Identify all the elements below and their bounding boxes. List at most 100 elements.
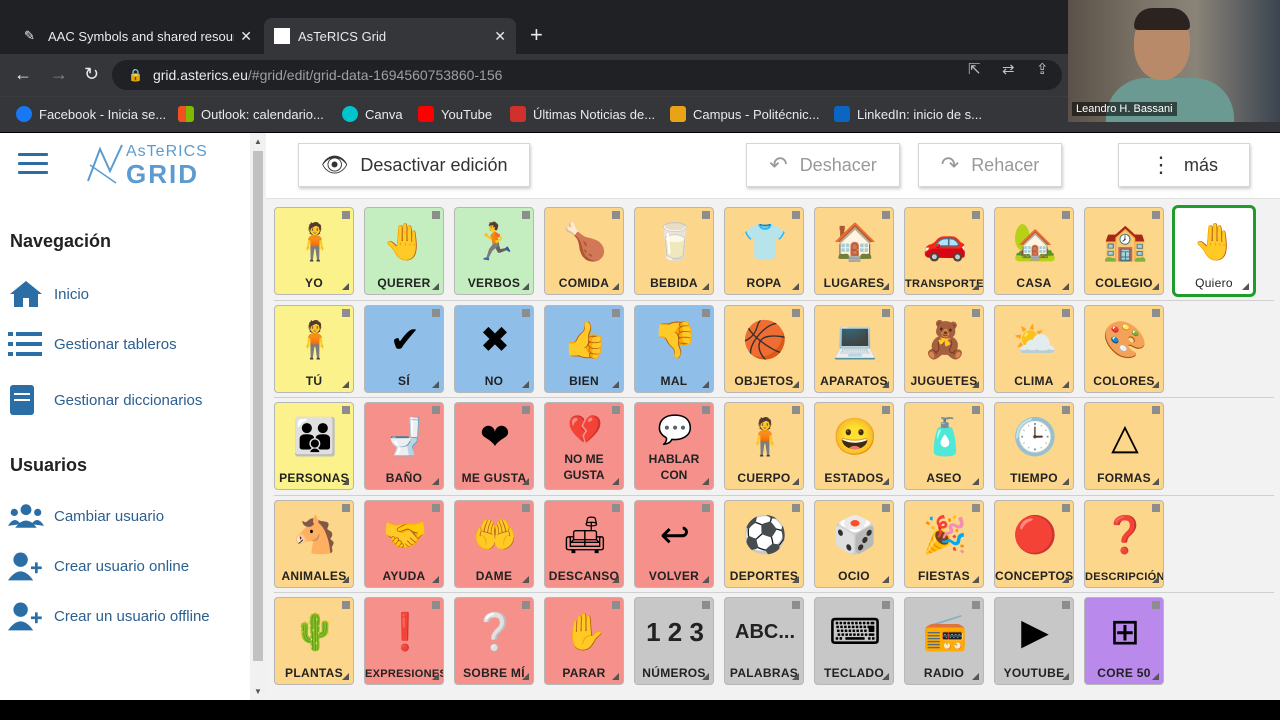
sidebar-scrollbar[interactable]: ▲ ▼ xyxy=(250,133,266,700)
grid-cell-expresiones[interactable]: ❗ EXPRESIONES xyxy=(364,597,444,685)
grid-cell-me-gusta[interactable]: ❤ ME GUSTA xyxy=(454,402,534,490)
grid-cell-sobre-mi[interactable]: ❔ SOBRE MÍ xyxy=(454,597,534,685)
more-button[interactable]: ⋮ más xyxy=(1118,143,1250,187)
translate-icon[interactable]: ⇄ xyxy=(1002,60,1015,78)
bookmark-campus[interactable]: Campus - Politécnic... xyxy=(670,106,819,122)
bookmark-canva[interactable]: Canva xyxy=(342,106,403,122)
grid-cell-lugares[interactable]: 🏠 LUGARES xyxy=(814,207,894,295)
redo-button[interactable]: ↷ Rehacer xyxy=(918,143,1062,187)
forward-icon[interactable]: → xyxy=(50,64,68,85)
cell-resize-handle-icon[interactable] xyxy=(522,283,529,290)
cell-resize-handle-icon[interactable] xyxy=(612,673,619,680)
cell-resize-handle-icon[interactable] xyxy=(972,380,979,388)
grid-cell-aparatos[interactable]: 💻 APARATOS xyxy=(814,304,894,393)
grid-cell-core-50[interactable]: ⊞ CORE 50 xyxy=(1084,597,1164,685)
cell-resize-handle-icon[interactable] xyxy=(612,380,619,388)
cell-resize-handle-icon[interactable] xyxy=(972,478,979,485)
grid-cell-radio[interactable]: 📻 RADIO xyxy=(904,597,984,685)
cell-resize-handle-icon[interactable] xyxy=(1152,283,1159,290)
grid-cell-estados[interactable]: 😀 ESTADOS xyxy=(814,402,894,490)
scroll-down-icon[interactable]: ▼ xyxy=(254,687,262,696)
grid-cell-cuerpo[interactable]: 🧍 CUERPO xyxy=(724,402,804,490)
grid-cell-quiero[interactable]: 🤚 Quiero xyxy=(1172,205,1256,297)
cell-resize-handle-icon[interactable] xyxy=(882,673,889,680)
cell-resize-handle-icon[interactable] xyxy=(882,575,889,583)
bookmark-youtube[interactable]: YouTube xyxy=(418,106,492,122)
grid-cell-juguetes[interactable]: 🧸 JUGUETES xyxy=(904,304,984,393)
grid-cell-conceptos[interactable]: 🔴 CONCEPTOS xyxy=(994,499,1074,588)
cell-resize-handle-icon[interactable] xyxy=(432,380,439,388)
grid-cell-ocio[interactable]: 🎲 OCIO xyxy=(814,499,894,588)
grid-cell-clima[interactable]: ⛅ CLIMA xyxy=(994,304,1074,393)
cell-resize-handle-icon[interactable] xyxy=(1062,380,1069,388)
open-in-app-icon[interactable]: ⇱ xyxy=(968,60,981,78)
back-icon[interactable]: ← xyxy=(14,64,32,85)
cell-resize-handle-icon[interactable] xyxy=(522,673,529,680)
grid-cell-palabras[interactable]: ABC... PALABRAS xyxy=(724,597,804,685)
cell-resize-handle-icon[interactable] xyxy=(882,380,889,388)
sidebar-item-crear-usuario-offline[interactable]: Crear un usuario offline xyxy=(8,601,210,631)
grid-cell-tiempo[interactable]: 🕒 TIEMPO xyxy=(994,402,1074,490)
hamburger-menu-icon[interactable] xyxy=(18,153,48,175)
grid-cell-volver[interactable]: ↩ VOLVER xyxy=(634,499,714,588)
cell-resize-handle-icon[interactable] xyxy=(342,478,349,485)
cell-resize-handle-icon[interactable] xyxy=(1062,283,1069,290)
scroll-up-icon[interactable]: ▲ xyxy=(254,137,262,146)
scrollbar-thumb[interactable] xyxy=(253,151,263,661)
cell-resize-handle-icon[interactable] xyxy=(702,283,709,290)
sidebar-item-gestionar-diccionarios[interactable]: Gestionar diccionarios xyxy=(8,385,202,415)
sidebar-item-gestionar-tableros[interactable]: Gestionar tableros xyxy=(8,329,177,359)
grid-cell-descanso[interactable]: 🛋 DESCANSO xyxy=(544,499,624,588)
sidebar-item-crear-usuario-online[interactable]: Crear usuario online xyxy=(8,551,189,581)
cell-resize-handle-icon[interactable] xyxy=(702,380,709,388)
cell-resize-handle-icon[interactable] xyxy=(522,478,529,485)
cell-resize-handle-icon[interactable] xyxy=(792,283,799,290)
grid-cell-objetos[interactable]: 🏀 OBJETOS xyxy=(724,304,804,393)
grid-cell-parar[interactable]: ✋ PARAR xyxy=(544,597,624,685)
cell-resize-handle-icon[interactable] xyxy=(702,673,709,680)
cell-resize-handle-icon[interactable] xyxy=(432,478,439,485)
close-tab-icon[interactable]: ✕ xyxy=(494,28,506,45)
bookmark-outlook[interactable]: Outlook: calendario... xyxy=(178,106,324,122)
bookmark-linkedin[interactable]: LinkedIn: inicio de s... xyxy=(834,106,982,122)
cell-resize-handle-icon[interactable] xyxy=(1062,478,1069,485)
grid-cell-descripcion[interactable]: ❓ DESCRIPCIÓN xyxy=(1084,499,1164,588)
cell-resize-handle-icon[interactable] xyxy=(702,575,709,583)
cell-resize-handle-icon[interactable] xyxy=(1062,575,1069,583)
grid-cell-personas[interactable]: 👪 PERSONAS xyxy=(274,402,354,490)
grid-cell-casa[interactable]: 🏡 CASA xyxy=(994,207,1074,295)
grid-cell-teclado[interactable]: ⌨ TECLADO xyxy=(814,597,894,685)
cell-resize-handle-icon[interactable] xyxy=(432,283,439,290)
cell-resize-handle-icon[interactable] xyxy=(342,380,349,388)
cell-resize-handle-icon[interactable] xyxy=(882,478,889,485)
grid-cell-hablar-con[interactable]: 💬 HABLAR CON xyxy=(634,402,714,490)
cell-resize-handle-icon[interactable] xyxy=(882,283,889,290)
cell-resize-handle-icon[interactable] xyxy=(432,673,439,680)
toggle-edit-button[interactable]: 👁 Desactivar edición xyxy=(298,143,530,187)
cell-resize-handle-icon[interactable] xyxy=(1152,673,1159,680)
bookmark-noticias[interactable]: Últimas Noticias de... xyxy=(510,106,655,122)
bookmark-facebook[interactable]: Facebook - Inicia se... xyxy=(16,106,166,122)
url-field[interactable]: 🔒 grid.asterics.eu /#grid/edit/grid-data… xyxy=(112,60,1062,90)
grid-cell-deportes[interactable]: ⚽ DEPORTES xyxy=(724,499,804,588)
grid-cell-numeros[interactable]: 1 2 3 NÚMEROS xyxy=(634,597,714,685)
cell-resize-handle-icon[interactable] xyxy=(792,380,799,388)
cell-resize-handle-icon[interactable] xyxy=(972,283,979,290)
grid-cell-mal[interactable]: 👎 MAL xyxy=(634,304,714,393)
grid-cell-verbos[interactable]: 🏃 VERBOS xyxy=(454,207,534,295)
cell-resize-handle-icon[interactable] xyxy=(702,478,709,485)
grid-cell-animales[interactable]: 🐴 ANIMALES xyxy=(274,499,354,588)
grid-cell-no-me-gusta[interactable]: 💔 NO ME GUSTA xyxy=(544,402,624,490)
grid-cell-colores[interactable]: 🎨 COLORES xyxy=(1084,304,1164,393)
grid-cell-aseo[interactable]: 🧴 ASEO xyxy=(904,402,984,490)
grid-cell-querer[interactable]: 🤚 QUERER xyxy=(364,207,444,295)
grid-cell-no[interactable]: ✖ NO xyxy=(454,304,534,393)
cell-resize-handle-icon[interactable] xyxy=(1062,673,1069,680)
undo-button[interactable]: ↶ Deshacer xyxy=(746,143,900,187)
share-icon[interactable]: ⇪ xyxy=(1036,60,1049,78)
new-tab-icon[interactable]: + xyxy=(530,22,543,48)
cell-resize-handle-icon[interactable] xyxy=(612,283,619,290)
close-tab-icon[interactable]: ✕ xyxy=(240,28,252,45)
cell-resize-handle-icon[interactable] xyxy=(522,575,529,583)
cell-resize-handle-icon[interactable] xyxy=(342,673,349,680)
